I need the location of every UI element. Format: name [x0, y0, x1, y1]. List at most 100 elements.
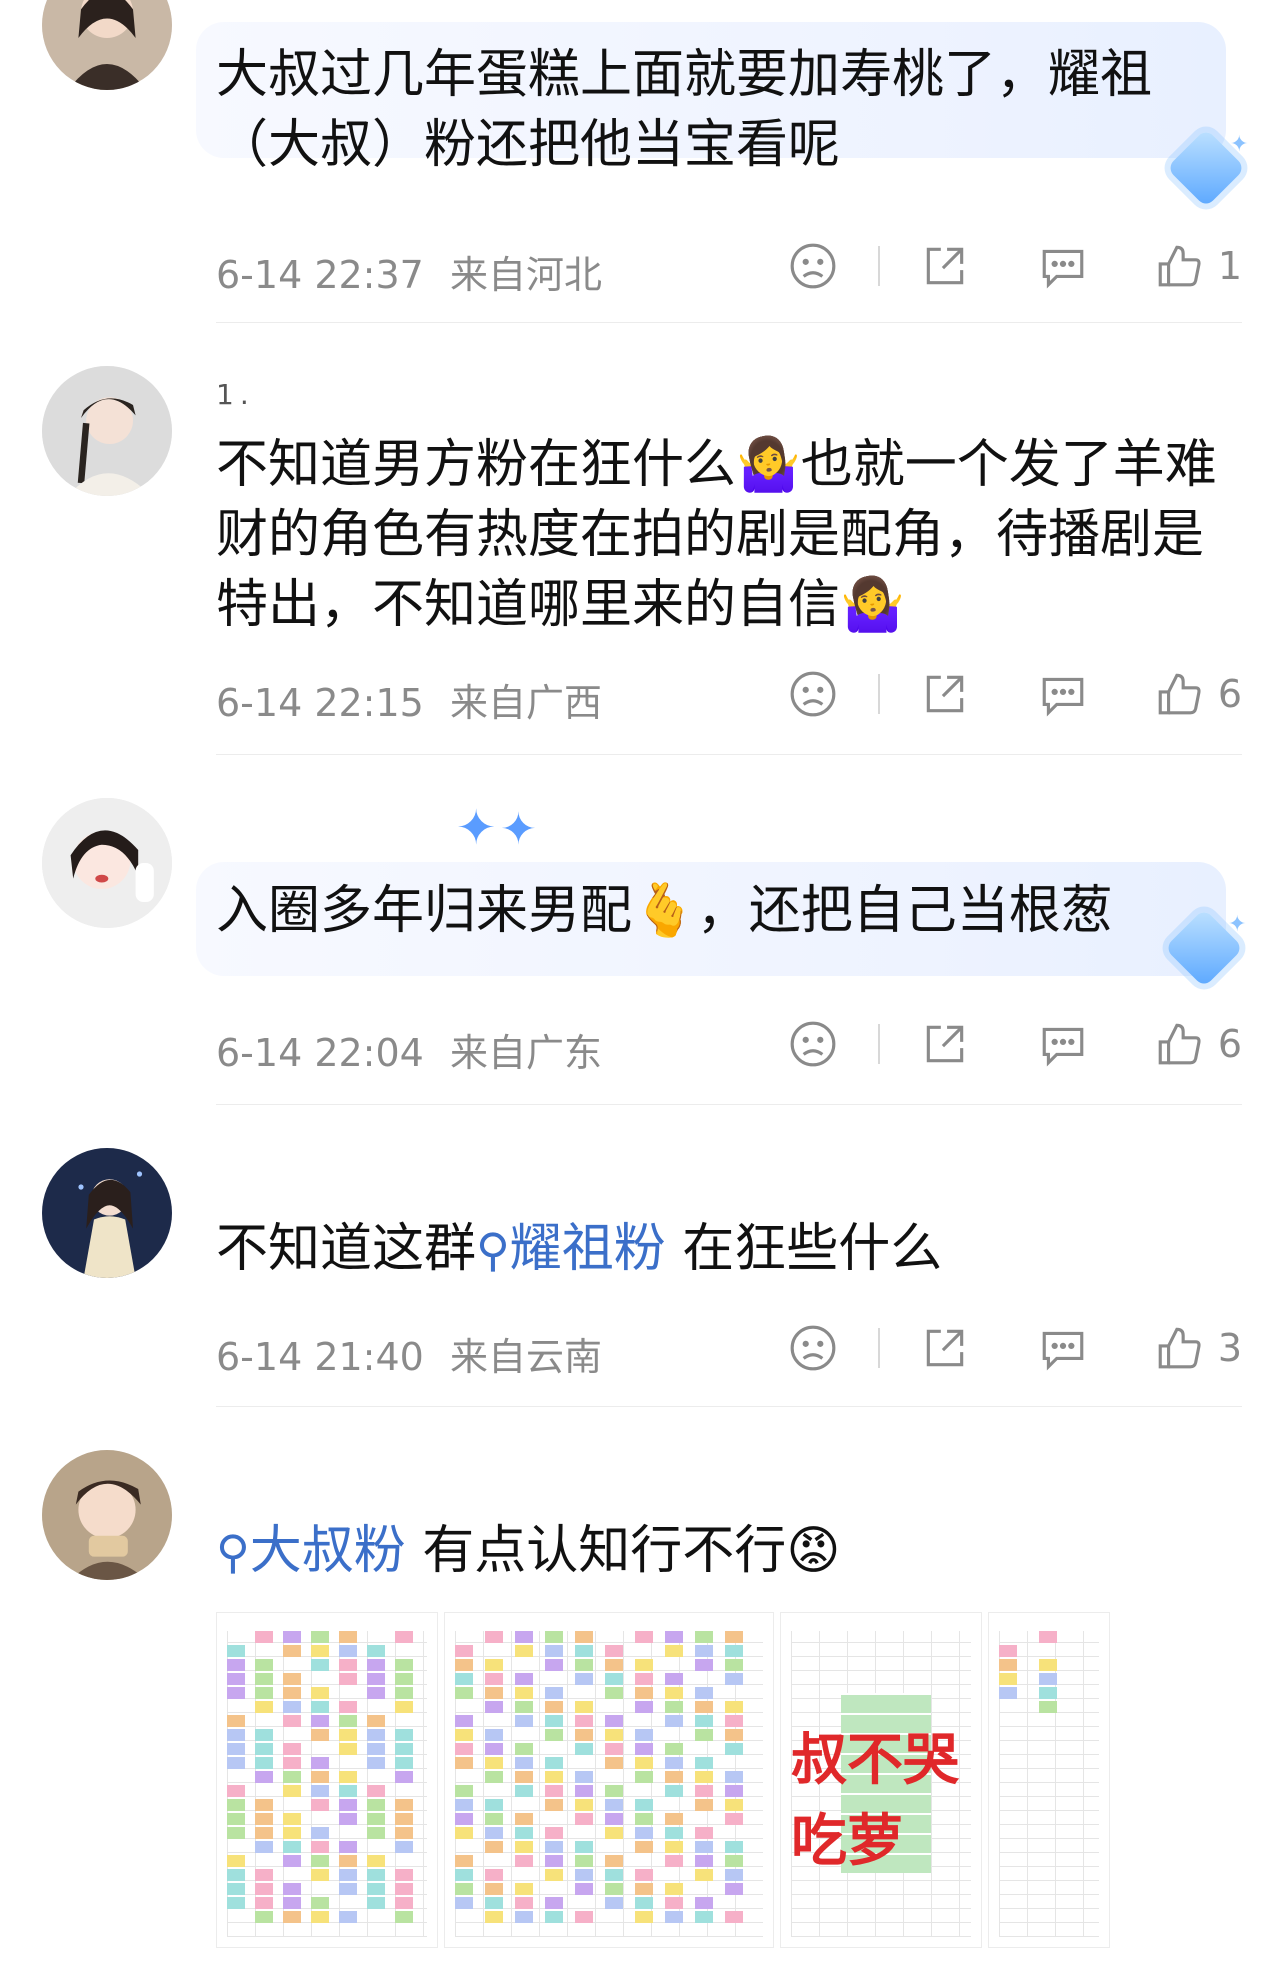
- action-bar: 1: [754, 236, 1242, 296]
- like-count: 1: [1217, 244, 1242, 288]
- spreadsheet-cell: [367, 1883, 385, 1895]
- divider: [878, 1328, 880, 1368]
- spreadsheet-cell: [485, 1883, 503, 1895]
- share-icon[interactable]: [886, 1014, 1004, 1074]
- spreadsheet-cell: [635, 1673, 653, 1685]
- spreadsheet-cell: [311, 1631, 329, 1643]
- share-icon[interactable]: [886, 236, 1004, 296]
- username[interactable]: 1.: [216, 378, 255, 411]
- like-button[interactable]: 3: [1122, 1323, 1242, 1373]
- spreadsheet-cell: [515, 1883, 533, 1895]
- comment-icon[interactable]: [1004, 664, 1122, 724]
- like-button[interactable]: 1: [1122, 241, 1242, 291]
- spreadsheet-cell: [485, 1911, 503, 1923]
- spreadsheet-cell: [339, 1673, 357, 1685]
- spreadsheet-cell: [227, 1715, 245, 1727]
- spreadsheet-cell: [605, 1673, 623, 1685]
- avatar[interactable]: [42, 798, 172, 928]
- spreadsheet-cell: [515, 1785, 533, 1797]
- spreadsheet-cell: [725, 1729, 743, 1741]
- spreadsheet-cell: [695, 1869, 713, 1881]
- spreadsheet-cell: [605, 1729, 623, 1741]
- spreadsheet-cell: [283, 1631, 301, 1643]
- spreadsheet-cell: [283, 1645, 301, 1657]
- image-thumbnail[interactable]: 叔不哭吃萝: [780, 1612, 982, 1948]
- spreadsheet-cell: [665, 1813, 683, 1825]
- share-icon[interactable]: [886, 664, 1004, 724]
- spreadsheet-cell: [283, 1883, 301, 1895]
- avatar[interactable]: [42, 0, 172, 90]
- spreadsheet-cell: [227, 1799, 245, 1811]
- spreadsheet-cell: [339, 1813, 357, 1825]
- spreadsheet-cell: [635, 1827, 653, 1839]
- spreadsheet-cell: [367, 1659, 385, 1671]
- spreadsheet-cell: [339, 1743, 357, 1755]
- comment-meta: 6-14 21:40 来自云南: [216, 1326, 602, 1381]
- spreadsheet-cell: [665, 1897, 683, 1909]
- spreadsheet-cell: [311, 1729, 329, 1741]
- frown-icon[interactable]: [754, 664, 872, 724]
- spreadsheet-cell: [227, 1645, 245, 1657]
- spreadsheet-cell: [311, 1785, 329, 1797]
- comment-icon[interactable]: [1004, 1014, 1122, 1074]
- spreadsheet-cell: [665, 1631, 683, 1643]
- spreadsheet-cell: [545, 1701, 563, 1713]
- spreadsheet-cell: [999, 1645, 1017, 1657]
- spreadsheet-cell: [695, 1659, 713, 1671]
- spreadsheet-cell: [695, 1785, 713, 1797]
- image-thumbnail[interactable]: [988, 1612, 1110, 1948]
- spreadsheet-cell: [283, 1841, 301, 1853]
- frown-icon[interactable]: [754, 1318, 872, 1378]
- avatar[interactable]: [42, 1148, 172, 1278]
- like-count: 3: [1217, 1326, 1242, 1370]
- image-thumbnail[interactable]: [216, 1612, 438, 1948]
- spreadsheet-cell: [395, 1701, 413, 1713]
- spreadsheet-cell: [255, 1687, 273, 1699]
- topic-tag[interactable]: ⚲大叔粉: [216, 1521, 406, 1581]
- spreadsheet-cell: [725, 1771, 743, 1783]
- spreadsheet-cell: [605, 1799, 623, 1811]
- spreadsheet-cell: [283, 1813, 301, 1825]
- spreadsheet-cell: [515, 1687, 533, 1699]
- comment-icon[interactable]: [1004, 1318, 1122, 1378]
- spreadsheet-cell: [455, 1883, 473, 1895]
- spreadsheet-cell: [255, 1799, 273, 1811]
- spreadsheet-cell: [635, 1631, 653, 1643]
- spreadsheet-cell: [367, 1897, 385, 1909]
- spreadsheet-cell: [1039, 1659, 1057, 1671]
- spreadsheet-cell: [485, 1659, 503, 1671]
- spreadsheet-cell: [695, 1687, 713, 1699]
- spreadsheet-cell: [339, 1869, 357, 1881]
- spreadsheet-cell: [455, 1757, 473, 1769]
- spreadsheet-cell: [395, 1827, 413, 1839]
- share-icon[interactable]: [886, 1318, 1004, 1378]
- spreadsheet-cell: [227, 1673, 245, 1685]
- spreadsheet-cell: [605, 1813, 623, 1825]
- spreadsheet-cell: [339, 1645, 357, 1657]
- frown-icon[interactable]: [754, 236, 872, 296]
- like-count: 6: [1217, 1022, 1242, 1066]
- like-button[interactable]: 6: [1122, 1019, 1242, 1069]
- spreadsheet-cell: [545, 1631, 563, 1643]
- spreadsheet-cell: [227, 1757, 245, 1769]
- spreadsheet-cell: [283, 1911, 301, 1923]
- spreadsheet-cell: [695, 1757, 713, 1769]
- topic-tag[interactable]: ⚲耀祖粉: [476, 1219, 666, 1279]
- action-bar: 6: [754, 664, 1242, 724]
- spreadsheet-cell: [605, 1869, 623, 1881]
- image-thumbnail[interactable]: [444, 1612, 774, 1948]
- like-button[interactable]: 6: [1122, 669, 1242, 719]
- spreadsheet-cell: [695, 1715, 713, 1727]
- comment-icon[interactable]: [1004, 236, 1122, 296]
- avatar[interactable]: [42, 1450, 172, 1580]
- spreadsheet-cell: [1039, 1631, 1057, 1643]
- spreadsheet-cell: [515, 1673, 533, 1685]
- spreadsheet-cell: [635, 1771, 653, 1783]
- divider: [216, 322, 1242, 323]
- spreadsheet-cell: [455, 1799, 473, 1811]
- avatar[interactable]: [42, 366, 172, 496]
- frown-icon[interactable]: [754, 1014, 872, 1074]
- spreadsheet-cell: [485, 1827, 503, 1839]
- spreadsheet-cell: [283, 1673, 301, 1685]
- sparkle-icon: ✦: [1228, 912, 1247, 937]
